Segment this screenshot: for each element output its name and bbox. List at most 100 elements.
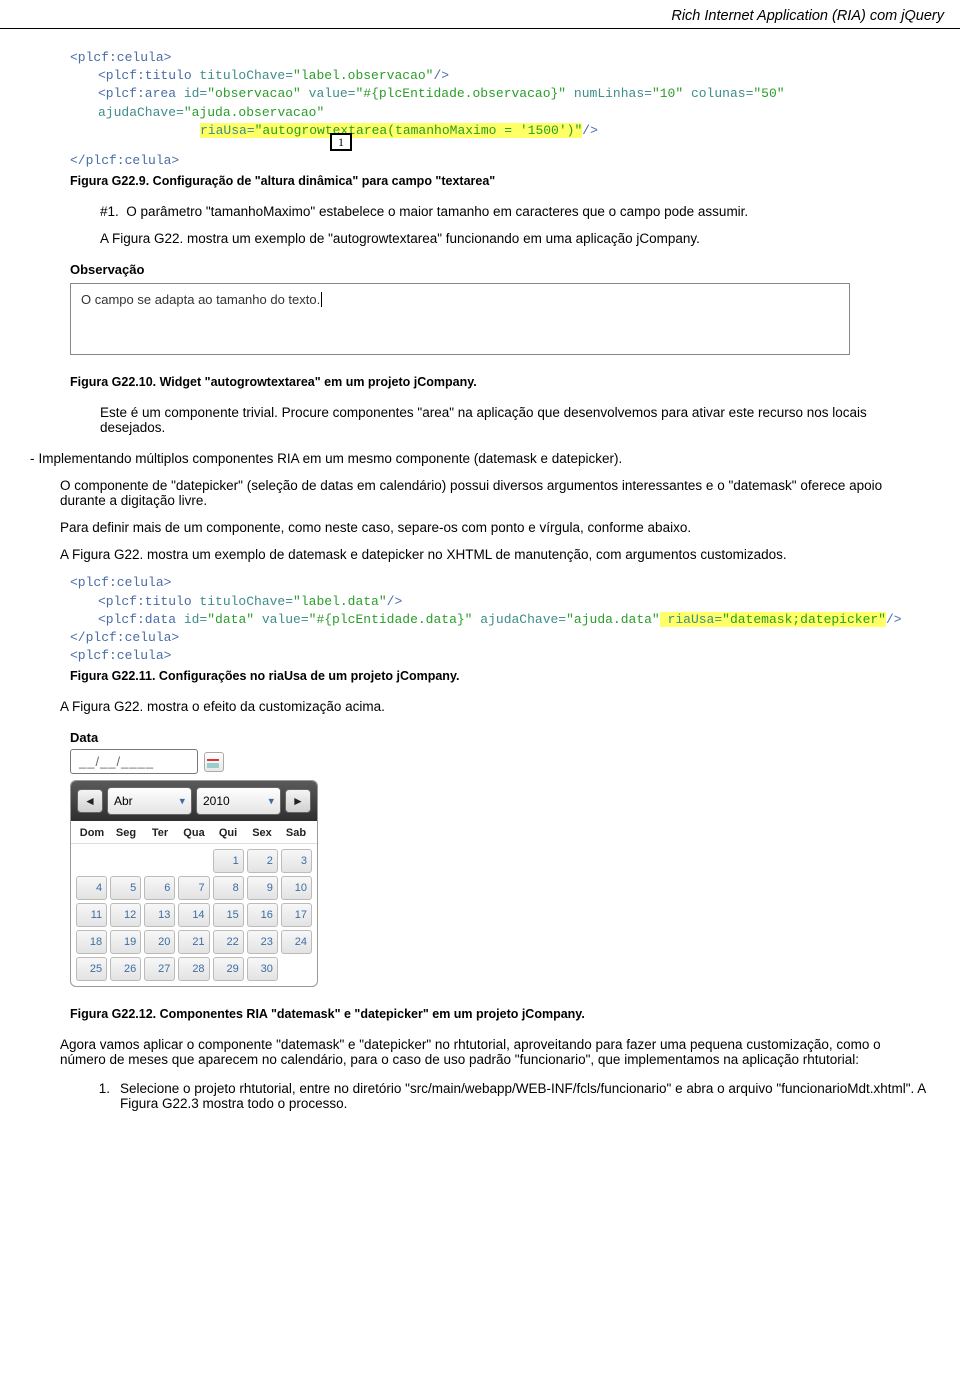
code-val: "ajuda.data" <box>566 612 660 627</box>
code-val: "#{plcEntidade.data}" <box>309 612 473 627</box>
day-cell[interactable]: 19 <box>110 930 141 954</box>
code-attr: numLinhas= <box>566 86 652 101</box>
day-cell[interactable]: 1 <box>213 849 244 873</box>
weekday-label: Qua <box>177 827 211 839</box>
day-cell[interactable]: 11 <box>76 903 107 927</box>
code-attr: ajudaChave= <box>472 612 566 627</box>
day-cell[interactable]: 6 <box>144 876 175 900</box>
textarea-value: O campo se adapta ao tamanho do texto. <box>81 292 320 307</box>
code-figure-1: <plcf:celula> <plcf:titulo tituloChave="… <box>70 49 930 170</box>
month-value: Abr <box>114 794 133 808</box>
day-cell[interactable]: 16 <box>247 903 278 927</box>
item-number: #1. <box>100 204 119 219</box>
day-cell[interactable]: 5 <box>110 876 141 900</box>
day-cell[interactable]: 21 <box>178 930 209 954</box>
next-month-button[interactable]: ► <box>285 789 311 813</box>
day-cell[interactable]: 29 <box>213 957 244 981</box>
code-tag: <plcf:celula> <box>70 50 171 65</box>
observacao-label: Observação <box>70 262 850 277</box>
dash-icon: - <box>30 451 35 466</box>
datepicker-weekdays: Dom Seg Ter Qua Qui Sex Sab <box>71 821 317 844</box>
day-cell[interactable]: 2 <box>247 849 278 873</box>
list-item-1: #1. O parâmetro "tamanhoMaximo" estabele… <box>100 204 930 219</box>
day-cell[interactable]: 7 <box>178 876 209 900</box>
day-cell[interactable]: 8 <box>213 876 244 900</box>
weekday-label: Qui <box>211 827 245 839</box>
day-cell[interactable]: 15 <box>213 903 244 927</box>
year-select[interactable]: 2010 <box>196 787 281 815</box>
code-val: "label.data" <box>293 594 387 609</box>
code-attr: colunas= <box>683 86 753 101</box>
weekday-label: Ter <box>143 827 177 839</box>
code-val: "autogrowtextarea(tamanhoMaximo = '1500'… <box>255 123 583 138</box>
code-attr: riaUsa= <box>660 612 722 627</box>
day-cell[interactable]: 9 <box>247 876 278 900</box>
code-tag: <plcf:titulo <box>98 594 199 609</box>
day-cell[interactable]: 4 <box>76 876 107 900</box>
code-val: "label.observacao" <box>293 68 433 83</box>
figure-caption-2: Figura G22.10. Widget "autogrowtextarea"… <box>70 375 930 389</box>
code-attr: ajudaChave= <box>98 105 184 120</box>
datepicker-widget: Data __/__/____ ◄ Abr 2010 ► Dom Seg Ter… <box>70 730 330 987</box>
observacao-widget: Observação O campo se adapta ao tamanho … <box>70 262 850 355</box>
item-text: O parâmetro "tamanhoMaximo" estabelece o… <box>126 204 748 219</box>
day-cell[interactable]: 30 <box>247 957 278 981</box>
text-cursor <box>321 292 322 307</box>
ordered-list: 1. Selecione o projeto rhtutorial, entre… <box>90 1081 930 1111</box>
day-cell[interactable]: 25 <box>76 957 107 981</box>
code-tag: /> <box>433 68 449 83</box>
day-cell[interactable]: 13 <box>144 903 175 927</box>
datepicker-grid: 1234567891011121314151617181920212223242… <box>71 844 317 986</box>
weekday-label: Seg <box>109 827 143 839</box>
code-tag: /> <box>582 123 598 138</box>
callout-1: 1 <box>330 133 352 151</box>
day-cell[interactable]: 22 <box>213 930 244 954</box>
year-value: 2010 <box>203 794 230 808</box>
code-tag: <plcf:celula> <box>70 575 171 590</box>
day-cell[interactable]: 3 <box>281 849 312 873</box>
code-attr: tituloChave= <box>199 68 293 83</box>
day-cell[interactable]: 27 <box>144 957 175 981</box>
day-cell[interactable]: 23 <box>247 930 278 954</box>
day-cell[interactable]: 18 <box>76 930 107 954</box>
figure-caption-3: Figura G22.11. Configurações no riaUsa d… <box>70 669 930 683</box>
code-attr: riaUsa= <box>200 123 255 138</box>
month-select[interactable]: Abr <box>107 787 192 815</box>
day-cell[interactable]: 14 <box>178 903 209 927</box>
code-figure-2: <plcf:celula> <plcf:titulo tituloChave="… <box>70 574 930 665</box>
code-val: "ajuda.observacao" <box>184 105 324 120</box>
day-cell[interactable]: 26 <box>110 957 141 981</box>
calendar-icon[interactable] <box>204 752 224 772</box>
observacao-textarea[interactable]: O campo se adapta ao tamanho do texto. <box>70 283 850 355</box>
paragraph: A Figura G22. mostra o efeito da customi… <box>60 699 930 714</box>
day-cell[interactable]: 28 <box>178 957 209 981</box>
date-input[interactable]: __/__/____ <box>70 749 198 774</box>
day-cell[interactable]: 24 <box>281 930 312 954</box>
code-val: "10" <box>652 86 683 101</box>
day-cell[interactable]: 10 <box>281 876 312 900</box>
figure-caption-4: Figura G22.12. Componentes RIA "datemask… <box>70 1007 930 1021</box>
heading-text: Implementando múltiplos componentes RIA … <box>39 451 623 466</box>
code-attr: id= <box>184 612 207 627</box>
datepicker-header: ◄ Abr 2010 ► <box>71 781 317 821</box>
code-tag: </plcf:celula> <box>70 630 179 645</box>
paragraph: Agora vamos aplicar o componente "datema… <box>60 1037 930 1067</box>
weekday-label: Dom <box>75 827 109 839</box>
code-tag: </plcf:celula> <box>70 153 179 168</box>
list-item: 1. Selecione o projeto rhtutorial, entre… <box>90 1081 930 1111</box>
paragraph: O componente de "datepicker" (seleção de… <box>60 478 930 508</box>
weekday-label: Sex <box>245 827 279 839</box>
code-val: "datemask;datepicker" <box>722 612 886 627</box>
code-attr: tituloChave= <box>199 594 293 609</box>
prev-month-button[interactable]: ◄ <box>77 789 103 813</box>
day-cell[interactable]: 20 <box>144 930 175 954</box>
code-val: "#{plcEntidade.observacao}" <box>355 86 566 101</box>
section-heading: -Implementando múltiplos componentes RIA… <box>30 451 930 466</box>
code-tag: <plcf:celula> <box>70 648 171 663</box>
code-val: "data" <box>207 612 254 627</box>
paragraph: A Figura G22. mostra um exemplo de "auto… <box>100 231 930 246</box>
code-attr: value= <box>254 612 309 627</box>
code-tag: /> <box>387 594 403 609</box>
day-cell[interactable]: 12 <box>110 903 141 927</box>
day-cell[interactable]: 17 <box>281 903 312 927</box>
